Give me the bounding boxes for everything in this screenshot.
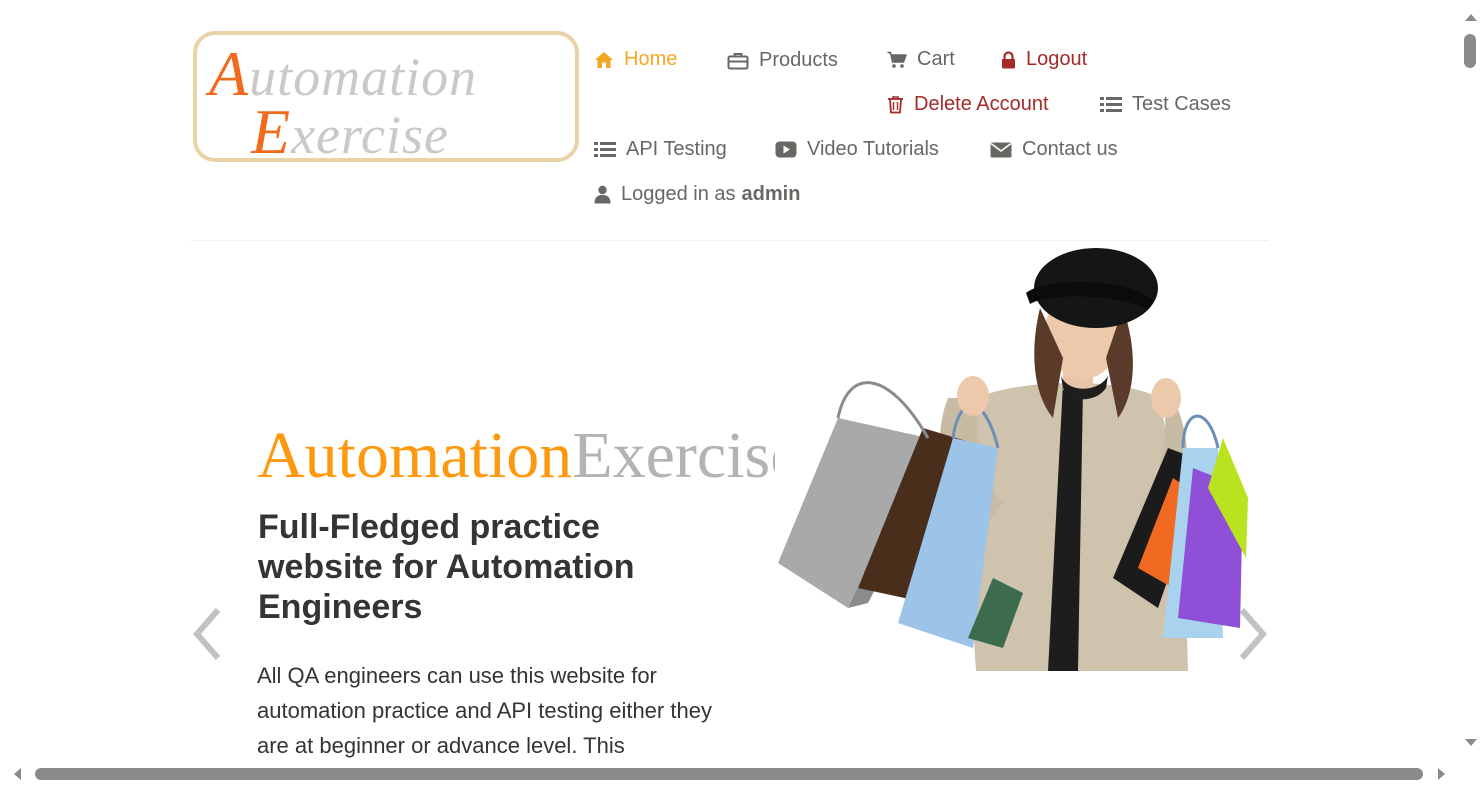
chevron-right-icon bbox=[1239, 608, 1267, 660]
hero-title: AutomationExercise bbox=[257, 418, 775, 494]
nav-home[interactable]: Home bbox=[594, 48, 677, 71]
logged-in-username: admin bbox=[741, 183, 801, 205]
nav-api-testing-label: API Testing bbox=[626, 138, 727, 160]
header-divider bbox=[191, 240, 1269, 241]
nav-products[interactable]: Products bbox=[727, 49, 838, 72]
envelope-icon bbox=[990, 142, 1012, 158]
hero-description: All QA engineers can use this website fo… bbox=[257, 663, 712, 758]
nav-test-cases[interactable]: Test Cases bbox=[1100, 93, 1231, 116]
nav-api-testing[interactable]: API Testing bbox=[594, 138, 727, 161]
briefcase-icon bbox=[727, 52, 749, 69]
horizontal-scroll-thumb[interactable] bbox=[35, 768, 1423, 780]
hero-subtitle: Full-Fledged practice website for Automa… bbox=[258, 508, 635, 626]
nav-delete-account-label: Delete Account bbox=[914, 93, 1049, 115]
logged-in-label: Logged in as bbox=[621, 183, 736, 205]
hero-shopping-girl-image bbox=[778, 248, 1248, 671]
scroll-down-arrow-icon bbox=[1465, 739, 1477, 746]
hero-title-grey: Exercise bbox=[572, 419, 775, 492]
list-icon bbox=[1100, 97, 1122, 112]
cart-icon bbox=[887, 51, 907, 68]
logged-in-status: Logged in as admin bbox=[594, 183, 800, 206]
home-icon bbox=[595, 51, 613, 68]
vertical-scroll-thumb[interactable] bbox=[1464, 34, 1476, 68]
logo-letter: A bbox=[209, 38, 250, 109]
hero-title-orange: Automation bbox=[257, 419, 573, 492]
nav-contact-us[interactable]: Contact us bbox=[990, 138, 1118, 161]
youtube-play-icon bbox=[775, 141, 797, 158]
logo-line-2: Exercise bbox=[251, 95, 449, 162]
scroll-up-arrow-icon bbox=[1465, 14, 1477, 21]
scrollbar-corner bbox=[1460, 763, 1482, 785]
scroll-right-arrow-icon bbox=[1438, 768, 1445, 780]
logo-text: xercise bbox=[291, 105, 449, 162]
nav-contact-us-label: Contact us bbox=[1022, 138, 1118, 160]
nav-delete-account[interactable]: Delete Account bbox=[887, 93, 1049, 116]
vertical-scrollbar[interactable] bbox=[1460, 0, 1482, 763]
site-logo[interactable]: Automation Exercise bbox=[193, 31, 579, 162]
nav-video-tutorials[interactable]: Video Tutorials bbox=[775, 138, 939, 161]
nav-logout-label: Logout bbox=[1026, 48, 1088, 70]
page: Automation Exercise Home Products Cart L… bbox=[0, 0, 1460, 763]
nav-home-label: Home bbox=[624, 48, 678, 70]
carousel-next-button[interactable] bbox=[1236, 606, 1270, 667]
nav-cart-label: Cart bbox=[917, 48, 955, 70]
list-icon bbox=[594, 142, 616, 157]
logo-letter: E bbox=[251, 96, 292, 162]
chevron-left-icon bbox=[193, 608, 221, 660]
carousel-prev-button[interactable] bbox=[190, 606, 224, 667]
trash-icon bbox=[888, 96, 903, 114]
lock-icon bbox=[1002, 50, 1015, 68]
nav-video-tutorials-label: Video Tutorials bbox=[807, 138, 939, 160]
nav-cart[interactable]: Cart bbox=[887, 48, 955, 71]
scroll-left-arrow-icon bbox=[14, 768, 21, 780]
nav-products-label: Products bbox=[759, 49, 838, 71]
horizontal-scrollbar[interactable] bbox=[0, 763, 1460, 785]
nav-test-cases-label: Test Cases bbox=[1132, 93, 1231, 115]
nav-logout[interactable]: Logout bbox=[1001, 48, 1087, 71]
user-icon bbox=[594, 185, 611, 204]
